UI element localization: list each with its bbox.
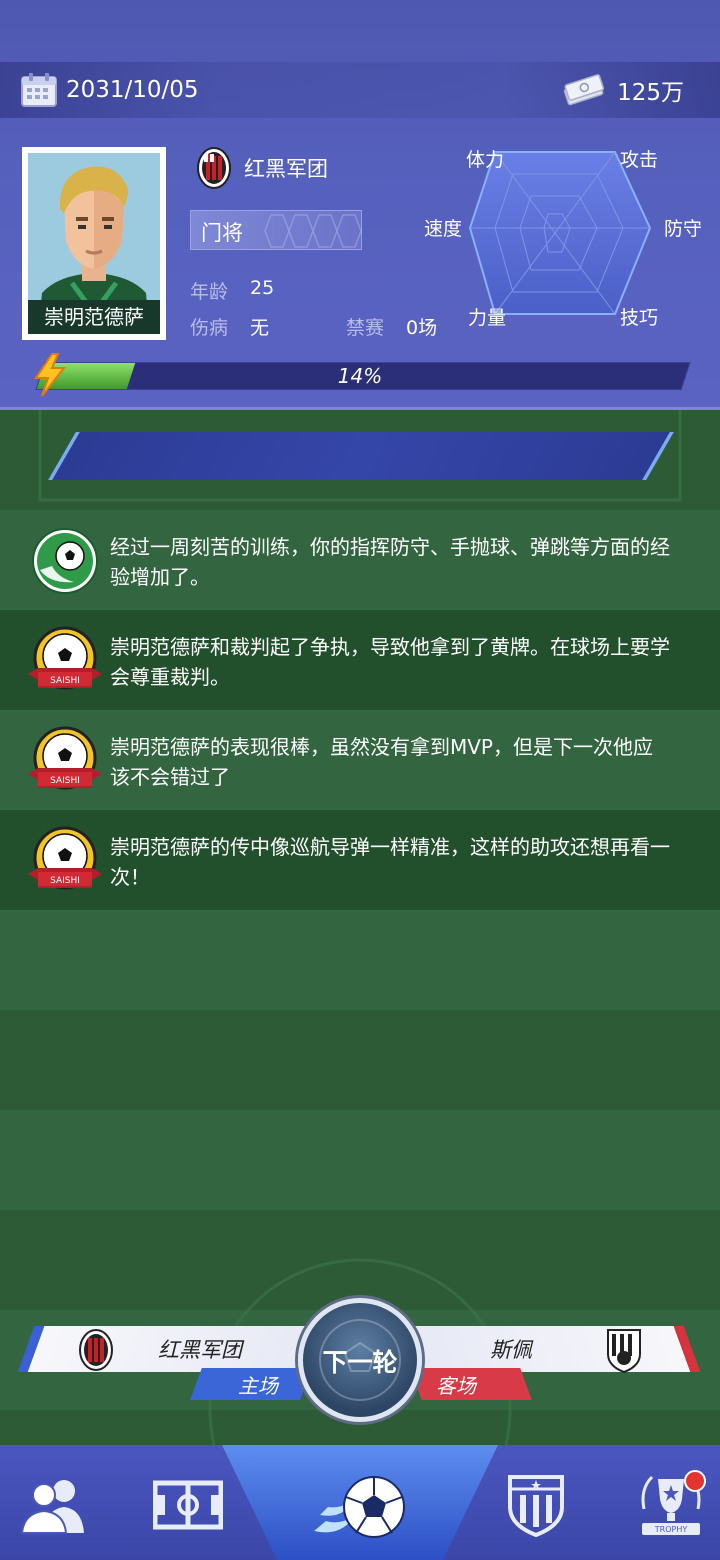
radar-label-defense: 防守 xyxy=(664,218,703,240)
news-item: SAISHI 崇明范德萨的表现很棒，虽然没有拿到MVP，但是下一次他应该不会错过… xyxy=(0,710,720,810)
date-display: 2031/10/05 xyxy=(20,72,199,108)
age-label: 年龄 xyxy=(190,281,229,303)
current-date: 2031/10/05 xyxy=(66,77,199,103)
calendar-icon xyxy=(20,72,58,108)
bottom-navigation: TROPHY xyxy=(0,1445,720,1560)
injury-value: 无 xyxy=(250,317,270,339)
radar-label-strength: 力量 xyxy=(468,307,507,329)
nav-team-button[interactable] xyxy=(0,1445,110,1560)
radar-label-stamina: 体力 xyxy=(466,149,505,171)
position-badge: 门将 xyxy=(190,210,362,250)
next-match-bar: 红黑军团 主场 斯佩 客场 下一轮 xyxy=(0,1290,720,1440)
news-text: 崇明范德萨的表现很棒，虽然没有拿到MVP，但是下一次他应该不会错过了 xyxy=(110,735,653,789)
news-text: 崇明范德萨的传中像巡航导弹一样精准，这样的助攻还想再看一次！ xyxy=(110,835,670,889)
saishi-ball-icon: SAISHI xyxy=(28,726,102,796)
news-item: SAISHI 崇明范德萨的传中像巡航导弹一样精准，这样的助攻还想再看一次！ xyxy=(0,810,720,910)
saishi-badge-text: SAISHI xyxy=(50,876,80,886)
suspension-label: 禁赛 xyxy=(346,317,385,339)
money-amount: 125万 xyxy=(617,80,684,106)
next-round-button[interactable]: 下一轮 xyxy=(298,1298,422,1422)
news-text: 经过一周刻苦的训练，你的指挥防守、手抛球、弹跳等方面的经验增加了。 xyxy=(110,535,670,589)
saishi-ball-icon: SAISHI xyxy=(28,826,102,896)
radar-label-speed: 速度 xyxy=(424,218,463,240)
saishi-badge-text: SAISHI xyxy=(50,776,80,786)
home-team-name: 红黑军团 xyxy=(158,1338,242,1362)
avatar: 崇明范德萨 xyxy=(28,153,160,334)
team-icon xyxy=(20,1475,90,1539)
position-label: 门将 xyxy=(201,221,243,245)
club-name: 红黑军团 xyxy=(244,157,328,181)
news-item: SAISHI 崇明范德萨和裁判起了争执，导致他拿到了黄牌。在球场上要学会尊重裁判… xyxy=(0,610,720,710)
green-ball-icon xyxy=(28,526,102,596)
player-header: 2031/10/05 125万 崇明范德萨 红黑军团 门将 年龄 25 伤病 无… xyxy=(0,0,720,410)
cash-icon xyxy=(561,72,605,108)
player-avatar-card[interactable]: 崇明范德萨 xyxy=(22,147,166,340)
news-item: 经过一周刻苦的训练，你的指挥防守、手抛球、弹跳等方面的经验增加了。 xyxy=(0,510,720,610)
saishi-ball-icon: SAISHI xyxy=(28,626,102,696)
injury-label: 伤病 xyxy=(190,317,229,339)
club-logo-icon xyxy=(196,146,232,190)
next-round-label: 下一轮 xyxy=(322,1348,398,1377)
away-team-name: 斯佩 xyxy=(490,1338,532,1362)
away-team-panel xyxy=(391,1326,701,1372)
radar-label-attack: 攻击 xyxy=(620,149,659,171)
nav-trophy-button[interactable]: TROPHY xyxy=(610,1445,720,1560)
news-text: 崇明范德萨和裁判起了争执，导致他拿到了黄牌。在球场上要学会尊重裁判。 xyxy=(110,635,670,689)
player-club: 红黑军团 xyxy=(196,146,328,190)
trophy-caption: TROPHY xyxy=(654,1525,688,1534)
nav-club-button[interactable] xyxy=(480,1445,590,1560)
saishi-badge-text: SAISHI xyxy=(50,676,80,686)
away-club-logo-icon xyxy=(604,1326,644,1378)
match-icon xyxy=(310,1467,410,1551)
away-label: 客场 xyxy=(436,1374,476,1398)
energy-percent-label: 14% xyxy=(337,364,383,388)
money-display: 125万 xyxy=(561,72,684,108)
notification-dot xyxy=(684,1470,706,1492)
age-value: 25 xyxy=(250,277,275,299)
radar-label-skill: 技巧 xyxy=(620,307,659,329)
top-status-bar: 2031/10/05 125万 xyxy=(0,62,720,118)
home-label: 主场 xyxy=(238,1374,278,1398)
avatar-name-label: 崇明范德萨 xyxy=(28,300,160,334)
header-banner xyxy=(48,432,674,480)
attribute-radar: 体力 攻击 速度 防守 力量 技巧 xyxy=(420,140,710,340)
club-icon xyxy=(506,1471,566,1541)
nav-match-button[interactable] xyxy=(290,1445,430,1560)
home-club-logo-icon xyxy=(78,1328,114,1376)
formation-icon xyxy=(152,1479,224,1535)
nav-formation-button[interactable] xyxy=(135,1445,245,1560)
